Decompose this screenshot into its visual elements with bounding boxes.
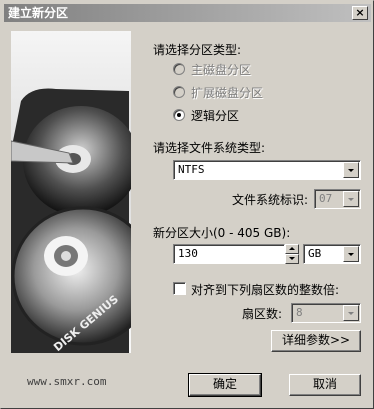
window-title: 建立新分区 [8,6,69,20]
ok-button[interactable]: 确定 [188,373,262,397]
cancel-button[interactable]: 取消 [289,374,361,396]
radio-button[interactable] [173,63,185,75]
radio-extended-partition[interactable]: 扩展磁盘分区 [173,84,263,100]
spin-up-icon[interactable] [285,244,299,254]
chevron-down-icon[interactable] [343,191,359,207]
filesystem-id-select[interactable]: 07 [314,189,361,209]
filesystem-id-value: 07 [319,192,333,205]
filesystem-value: NTFS [178,163,205,176]
radio-button[interactable] [173,86,185,98]
hard-disk-icon: DISK GENIUS [11,31,131,353]
new-partition-dialog: 建立新分区 × DISK GENIUS www.smxr.com 请选择分区类型… [0,0,374,409]
radio-label: 主磁盘分区 [191,62,252,77]
filesystem-type-label: 请选择文件系统类型: [153,141,266,155]
sectors-select[interactable]: 8 [291,303,361,323]
close-button[interactable]: × [352,6,368,20]
sectors-label: 扇区数: [242,307,283,321]
radio-logical-partition[interactable]: 逻辑分区 [173,107,239,123]
partition-size-input[interactable]: 130 [173,244,285,264]
radio-label: 扩展磁盘分区 [191,85,264,100]
title-bar: 建立新分区 × [4,4,371,22]
align-checkbox[interactable] [173,282,186,295]
radio-label: 逻辑分区 [191,108,240,123]
size-unit-value: GB [308,247,322,260]
details-button[interactable]: 详细参数>> [271,330,361,352]
sectors-value: 8 [296,306,303,319]
chevron-down-icon[interactable] [343,162,359,178]
radio-button[interactable] [173,109,185,121]
spin-down-icon[interactable] [285,254,299,264]
filesystem-id-label: 文件系统标识: [232,193,309,207]
size-unit-select[interactable]: GB [303,244,361,264]
radio-primary-partition[interactable]: 主磁盘分区 [173,61,251,77]
website-label: www.smxr.com [27,375,107,388]
partition-size-label: 新分区大小(0 - 405 GB): [153,226,291,240]
filesystem-select[interactable]: NTFS [173,160,361,180]
disk-illustration: DISK GENIUS [11,31,131,353]
partition-type-label: 请选择分区类型: [153,43,242,57]
chevron-down-icon[interactable] [343,246,359,262]
chevron-down-icon[interactable] [343,305,359,321]
size-spinner[interactable] [285,244,299,264]
align-label: 对齐到下列扇区数的整数倍: [191,283,340,297]
